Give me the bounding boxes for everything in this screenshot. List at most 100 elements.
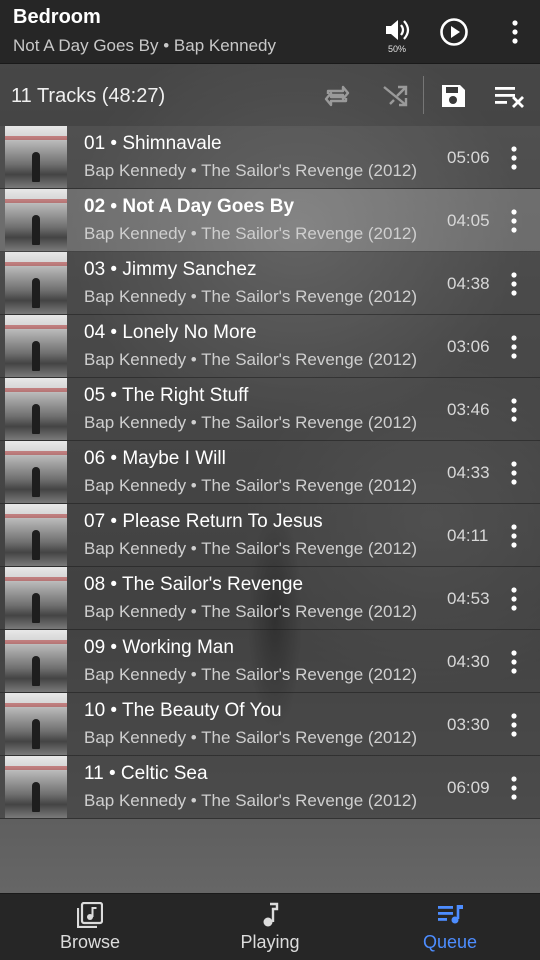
track-row[interactable]: 02 • Not A Day Goes By Bap Kennedy • The … [0,189,540,252]
track-more-button[interactable] [502,397,526,423]
track-subtitle: Bap Kennedy • The Sailor's Revenge (2012… [84,539,418,558]
track-more-button[interactable] [502,145,526,171]
track-more-button[interactable] [502,775,526,801]
tab-browse[interactable]: Browse [0,894,180,960]
track-row[interactable]: 05 • The Right Stuff Bap Kennedy • The Sa… [0,378,540,441]
track-subtitle: Bap Kennedy • The Sailor's Revenge (2012… [84,728,418,747]
album-art-thumbnail [5,630,67,692]
more-vert-icon [511,587,517,611]
volume-button[interactable]: 50% [380,16,414,56]
track-title: 06 • Maybe I Will [84,448,226,469]
repeat-icon [324,85,350,107]
tab-browse-label: Browse [59,932,121,952]
album-art-thumbnail [5,252,67,314]
track-duration: 04:33 [447,463,490,482]
save-icon [442,85,465,107]
track-duration: 05:06 [447,148,490,167]
track-row[interactable]: 09 • Working Man Bap Kennedy • The Sailor… [0,630,540,693]
track-subtitle: Bap Kennedy • The Sailor's Revenge (2012… [84,350,418,369]
more-vert-icon [511,209,517,233]
more-vert-icon [511,776,517,800]
track-row[interactable]: 01 • Shimnavale Bap Kennedy • The Sailor'… [0,126,540,189]
more-vert-icon [511,524,517,548]
track-more-button[interactable] [502,649,526,675]
volume-icon [386,20,410,40]
album-art-thumbnail [5,756,67,818]
album-art-thumbnail [5,126,67,188]
more-vert-icon [511,398,517,422]
track-row[interactable]: 03 • Jimmy Sanchez Bap Kennedy • The Sail… [0,252,540,315]
clear-queue-button[interactable] [494,81,524,111]
track-more-button[interactable] [502,208,526,234]
track-title: 11 • Celtic Sea [84,763,208,784]
track-list: 01 • Shimnavale Bap Kennedy • The Sailor'… [0,126,540,819]
track-more-button[interactable] [502,586,526,612]
bottom-navigation: Browse Playing Queue [0,893,540,960]
track-row[interactable]: 10 • The Beauty Of You Bap Kennedy • The … [0,693,540,756]
queue-music-icon [437,902,463,928]
album-art-thumbnail [5,693,67,755]
more-vert-icon [511,146,517,170]
music-note-icon [257,902,283,928]
shuffle-icon [383,85,408,107]
top-bar: Bedroom Not A Day Goes By • Bap Kennedy … [0,0,540,64]
track-subtitle: Bap Kennedy • The Sailor's Revenge (2012… [84,287,418,306]
track-title: 08 • The Sailor's Revenge [84,574,304,595]
track-row[interactable]: 11 • Celtic Sea Bap Kennedy • The Sailor'… [0,756,540,819]
track-more-button[interactable] [502,712,526,738]
track-title: 05 • The Right Stuff [84,385,249,406]
track-row[interactable]: 06 • Maybe I Will Bap Kennedy • The Sailo… [0,441,540,504]
track-duration: 04:11 [447,526,489,545]
more-vert-icon [512,20,518,44]
track-subtitle: Bap Kennedy • The Sailor's Revenge (2012… [84,602,418,621]
track-title: 03 • Jimmy Sanchez [84,259,257,280]
track-title: 01 • Shimnavale [84,133,222,154]
tab-playing[interactable]: Playing [180,894,360,960]
track-title: 02 • Not A Day Goes By [84,196,295,217]
queue-summary: 11 Tracks (48:27) [11,85,166,107]
more-vert-icon [511,713,517,737]
shuffle-button[interactable] [380,81,410,111]
track-title: 04 • Lonely No More [84,322,257,343]
room-name[interactable]: Bedroom [13,6,101,29]
track-duration: 06:09 [447,778,490,797]
clear-queue-icon [495,87,524,108]
track-duration: 04:05 [447,211,490,230]
track-duration: 03:06 [447,337,490,356]
track-row[interactable]: 08 • The Sailor's Revenge Bap Kennedy • T… [0,567,540,630]
album-art-thumbnail [5,378,67,440]
track-more-button[interactable] [502,523,526,549]
track-duration: 04:53 [447,589,490,608]
track-row[interactable]: 04 • Lonely No More Bap Kennedy • The Sai… [0,315,540,378]
browse-icon [77,902,103,928]
more-vert-icon [511,272,517,296]
header-divider [423,76,424,114]
track-subtitle: Bap Kennedy • The Sailor's Revenge (2012… [84,791,418,810]
track-subtitle: Bap Kennedy • The Sailor's Revenge (2012… [84,224,418,243]
track-more-button[interactable] [502,334,526,360]
track-subtitle: Bap Kennedy • The Sailor's Revenge (2012… [84,476,418,495]
album-art-thumbnail [5,441,67,503]
track-more-button[interactable] [502,271,526,297]
play-icon [440,18,468,46]
track-subtitle: Bap Kennedy • The Sailor's Revenge (2012… [84,161,418,180]
track-more-button[interactable] [502,460,526,486]
track-title: 10 • The Beauty Of You [84,700,282,721]
queue-header: 11 Tracks (48:27) [0,64,540,126]
play-button[interactable] [438,16,470,48]
repeat-button[interactable] [322,81,352,111]
more-vert-icon [511,461,517,485]
track-duration: 03:46 [447,400,490,419]
track-subtitle: Bap Kennedy • The Sailor's Revenge (2012… [84,413,418,432]
album-art-thumbnail [5,567,67,629]
tab-playing-label: Playing [240,932,300,952]
tab-queue-label: Queue [422,932,478,952]
track-title: 07 • Please Return To Jesus [84,511,323,532]
track-title: 09 • Working Man [84,637,234,658]
album-art-thumbnail [5,189,67,251]
header-more-button[interactable] [503,18,527,46]
save-queue-button[interactable] [438,81,468,111]
tab-queue[interactable]: Queue [360,894,540,960]
volume-percent: 50% [387,44,406,54]
track-row[interactable]: 07 • Please Return To Jesus Bap Kennedy •… [0,504,540,567]
